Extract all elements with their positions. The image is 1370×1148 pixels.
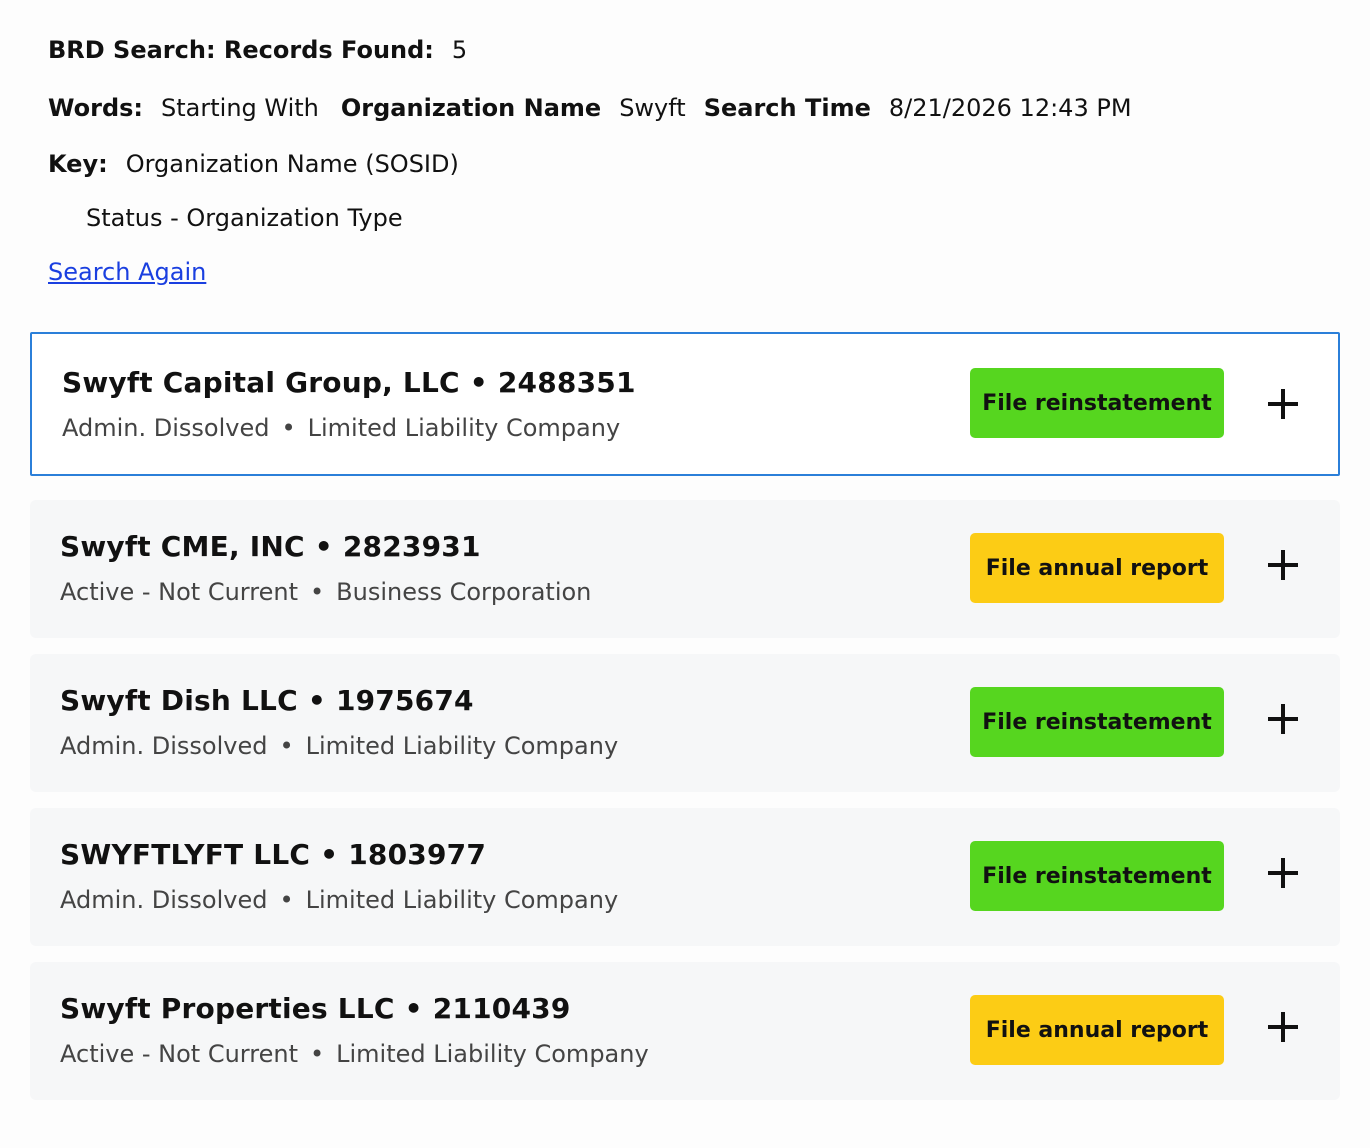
subtitle-separator: • xyxy=(309,578,325,606)
sosid: 1975674 xyxy=(335,684,474,717)
file-annual-report-button[interactable]: File annual report xyxy=(970,533,1224,603)
subtitle-separator: • xyxy=(279,886,294,914)
result-subtitle: Admin. Dissolved • Limited Liability Compa… xyxy=(60,732,618,760)
file-reinstatement-button[interactable]: File reinstatement xyxy=(970,841,1224,911)
results-list: Swyft Capital Group, LLC • 2488351 Admin. D… xyxy=(30,332,1340,1116)
search-label: BRD Search: Records Found: xyxy=(48,36,434,64)
result-card[interactable]: SWYFTLYFT LLC • 1803977 Admin. Dissolved • Li… xyxy=(30,808,1340,946)
subtitle-separator: • xyxy=(309,1040,325,1068)
key-line: Key: Organization Name (SOSID) xyxy=(48,150,1330,190)
result-title: Swyft Capital Group, LLC • 2488351 xyxy=(62,366,636,399)
subtitle-separator: • xyxy=(281,414,296,442)
org-name-value: Swyft xyxy=(619,94,686,122)
search-summary: BRD Search: Records Found: 5 Words: Star… xyxy=(48,36,1330,298)
organization-type: Limited Liability Company xyxy=(305,732,619,760)
result-card[interactable]: Swyft Capital Group, LLC • 2488351 Admin. D… xyxy=(30,332,1340,476)
sosid: 1803977 xyxy=(348,838,487,871)
result-title: Swyft Properties LLC • 2110439 xyxy=(60,992,571,1025)
organization-name: Swyft Capital Group, LLC xyxy=(62,366,460,399)
records-found-line: BRD Search: Records Found: 5 xyxy=(48,36,1330,76)
records-found-count: 5 xyxy=(451,36,468,64)
organization-status: Admin. Dissolved xyxy=(60,886,268,914)
title-separator: • xyxy=(320,838,339,871)
organization-type: Limited Liability Company xyxy=(336,1040,649,1068)
organization-status: Active - Not Current xyxy=(60,1040,298,1068)
result-title: SWYFTLYFT LLC • 1803977 xyxy=(60,838,486,871)
organization-name: SWYFTLYFT LLC xyxy=(60,838,311,871)
organization-name: Swyft Properties LLC xyxy=(60,992,395,1025)
result-title: Swyft CME, INC • 2823931 xyxy=(60,530,481,563)
organization-name: Swyft Dish LLC xyxy=(60,684,298,717)
file-reinstatement-button[interactable]: File reinstatement xyxy=(970,368,1224,438)
search-time-value: 8/21/2026 12:43 PM xyxy=(888,94,1132,122)
file-annual-report-button[interactable]: File annual report xyxy=(970,995,1224,1065)
sosid: 2823931 xyxy=(342,530,481,563)
org-name-label: Organization Name xyxy=(340,94,602,122)
words-value: Starting With xyxy=(161,94,319,122)
sosid: 2110439 xyxy=(432,992,571,1025)
result-subtitle: Active - Not Current • Business Corporatio… xyxy=(60,578,591,606)
result-subtitle: Admin. Dissolved • Limited Liability Compa… xyxy=(60,886,618,914)
sosid: 2488351 xyxy=(497,366,636,399)
key-line-2: Status - Organization Type xyxy=(48,204,1330,244)
expand-plus-icon[interactable] xyxy=(1268,1012,1298,1042)
expand-plus-icon[interactable] xyxy=(1268,858,1298,888)
expand-plus-icon[interactable] xyxy=(1268,389,1298,419)
key-value-2: Status - Organization Type xyxy=(86,204,403,232)
organization-status: Admin. Dissolved xyxy=(62,414,270,442)
result-card[interactable]: Swyft Dish LLC • 1975674 Admin. Dissolved • L… xyxy=(30,654,1340,792)
subtitle-separator: • xyxy=(279,732,294,760)
organization-status: Active - Not Current xyxy=(60,578,298,606)
title-separator: • xyxy=(469,366,488,399)
organization-type: Business Corporation xyxy=(336,578,592,606)
title-separator: • xyxy=(314,530,333,563)
expand-plus-icon[interactable] xyxy=(1268,550,1298,580)
result-card[interactable]: Swyft Properties LLC • 2110439 Active - Not… xyxy=(30,962,1340,1100)
key-value: Organization Name (SOSID) xyxy=(125,150,459,178)
organization-type: Limited Liability Company xyxy=(307,414,621,442)
search-time-label: Search Time xyxy=(703,94,871,122)
result-subtitle: Admin. Dissolved • Limited Liability Compa… xyxy=(62,414,620,442)
organization-name: Swyft CME, INC xyxy=(60,530,305,563)
search-again-link[interactable]: Search Again xyxy=(48,258,206,286)
key-label: Key: xyxy=(48,150,108,178)
file-reinstatement-button[interactable]: File reinstatement xyxy=(970,687,1224,757)
words-label: Words: xyxy=(48,94,144,122)
expand-plus-icon[interactable] xyxy=(1268,704,1298,734)
result-title: Swyft Dish LLC • 1975674 xyxy=(60,684,474,717)
result-card[interactable]: Swyft CME, INC • 2823931 Active - Not Curre… xyxy=(30,500,1340,638)
result-subtitle: Active - Not Current • Limited Liability C… xyxy=(60,1040,649,1068)
organization-type: Limited Liability Company xyxy=(305,886,619,914)
search-again-line: Search Again xyxy=(48,258,1330,298)
title-separator: • xyxy=(404,992,423,1025)
organization-status: Admin. Dissolved xyxy=(60,732,268,760)
search-criteria-line: Words: Starting With Organization Name S… xyxy=(48,94,1330,134)
title-separator: • xyxy=(307,684,326,717)
